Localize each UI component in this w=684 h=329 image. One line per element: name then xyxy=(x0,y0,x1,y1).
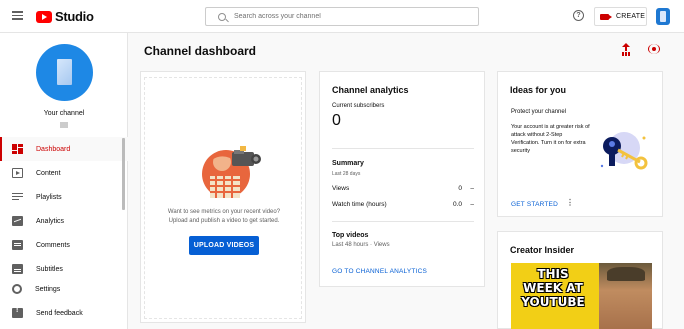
subscribers-label: Current subscribers xyxy=(332,103,385,109)
metric-row-watch-time: Watch time (hours) 0.0 – xyxy=(332,201,474,208)
upload-video-card: Want to see metrics on your recent video… xyxy=(140,71,306,323)
camera-operator-illustration xyxy=(202,146,261,198)
thumbnail-text: THIS WEEK AT YOUTUBE xyxy=(521,267,585,309)
metric-label: Views xyxy=(332,185,350,192)
creator-insider-card: Creator Insider THIS WEEK AT YOUTUBE xyxy=(497,231,663,329)
divider xyxy=(332,148,474,149)
analytics-title: Channel analytics xyxy=(332,85,409,95)
top-videos-subtitle: Last 48 hours · Views xyxy=(332,242,390,248)
upload-prompt: Want to see metrics on your recent video… xyxy=(141,208,307,226)
search-icon[interactable] xyxy=(218,12,226,21)
content-icon xyxy=(12,168,23,178)
search-input[interactable] xyxy=(234,13,464,20)
metric-value: 0.0 xyxy=(452,201,462,208)
sidebar: Your channel Dashboard Content Playlists… xyxy=(0,33,128,329)
feedback-icon xyxy=(12,307,23,318)
page-title: Channel dashboard xyxy=(144,44,257,58)
sidebar-item-content[interactable]: Content xyxy=(0,161,128,185)
sidebar-item-playlists[interactable]: Playlists xyxy=(0,185,128,209)
sidebar-item-label: Settings xyxy=(35,285,61,293)
sidebar-item-label: Dashboard xyxy=(36,145,71,153)
metric-label: Watch time (hours) xyxy=(332,201,387,208)
go-to-channel-analytics-link[interactable]: GO TO CHANNEL ANALYTICS xyxy=(332,268,427,275)
sidebar-item-analytics[interactable]: Analytics xyxy=(0,209,128,233)
insider-title: Creator Insider xyxy=(510,245,575,255)
go-live-icon[interactable] xyxy=(647,43,661,55)
ideas-title: Ideas for you xyxy=(510,85,567,95)
dashboard-icon xyxy=(12,144,23,154)
insider-video-thumbnail[interactable]: THIS WEEK AT YOUTUBE xyxy=(511,263,652,329)
channel-name-placeholder xyxy=(60,122,68,128)
playlists-icon xyxy=(12,192,23,202)
summary-title: Summary xyxy=(332,160,364,167)
security-key-illustration xyxy=(600,132,648,170)
sidebar-item-comments[interactable]: Comments xyxy=(0,233,128,257)
get-started-link[interactable]: GET STARTED xyxy=(511,201,558,208)
help-icon[interactable]: ? xyxy=(573,10,584,21)
top-bar: Studio ? CREATE xyxy=(0,0,684,33)
ideas-body: Your account is at greater risk of attac… xyxy=(511,124,590,154)
upload-icon[interactable] xyxy=(620,43,632,55)
sidebar-item-label: Playlists xyxy=(36,193,62,201)
settings-icon xyxy=(12,284,22,294)
sidebar-item-settings[interactable]: Settings xyxy=(0,277,128,301)
ideas-for-you-card: Ideas for you Protect your channel Your … xyxy=(497,71,663,217)
logo-text: Studio xyxy=(55,9,94,24)
menu-icon[interactable] xyxy=(12,11,23,20)
sidebar-bottom-nav: Settings Send feedback xyxy=(0,277,128,325)
metric-trend: – xyxy=(470,185,474,192)
upload-prompt-line1: Want to see metrics on your recent video… xyxy=(167,209,281,215)
sidebar-scrollbar[interactable] xyxy=(122,138,125,210)
create-button[interactable]: CREATE xyxy=(594,7,647,26)
sidebar-item-label: Comments xyxy=(36,241,70,249)
search-bar[interactable] xyxy=(205,7,479,26)
comments-icon xyxy=(12,240,23,250)
upload-videos-button[interactable]: UPLOAD VIDEOS xyxy=(189,236,259,255)
ideas-headline: Protect your channel xyxy=(511,109,567,115)
channel-label: Your channel xyxy=(43,110,85,117)
create-label: CREATE xyxy=(616,13,646,20)
summary-period: Last 28 days xyxy=(332,171,361,177)
sidebar-nav: Dashboard Content Playlists Analytics Co… xyxy=(0,137,128,281)
sidebar-item-feedback[interactable]: Send feedback xyxy=(0,301,128,325)
youtube-logo-icon xyxy=(36,10,52,23)
subtitles-icon xyxy=(12,264,23,274)
upload-prompt-line2: Upload and publish a video to get starte… xyxy=(168,218,280,224)
top-videos-title: Top videos xyxy=(332,232,369,239)
channel-avatar[interactable] xyxy=(36,44,93,101)
thumbnail-person xyxy=(599,263,652,329)
channel-analytics-card: Channel analytics Current subscribers 0 … xyxy=(319,71,485,287)
subscribers-value: 0 xyxy=(332,112,341,129)
metric-row-views: Views 0 – xyxy=(332,185,474,192)
metric-value: 0 xyxy=(458,185,462,192)
sidebar-item-dashboard[interactable]: Dashboard xyxy=(0,137,128,161)
account-avatar[interactable] xyxy=(656,8,670,25)
sidebar-item-label: Analytics xyxy=(36,217,65,225)
video-camera-icon xyxy=(600,13,612,20)
sidebar-item-label: Subtitles xyxy=(36,265,63,273)
metric-trend: – xyxy=(470,201,474,208)
divider xyxy=(332,221,474,222)
analytics-icon xyxy=(12,216,23,226)
sidebar-item-label: Send feedback xyxy=(36,309,83,317)
more-options-icon[interactable]: ⋮ xyxy=(566,198,574,207)
studio-logo[interactable]: Studio xyxy=(36,9,94,24)
sidebar-item-label: Content xyxy=(36,169,61,177)
